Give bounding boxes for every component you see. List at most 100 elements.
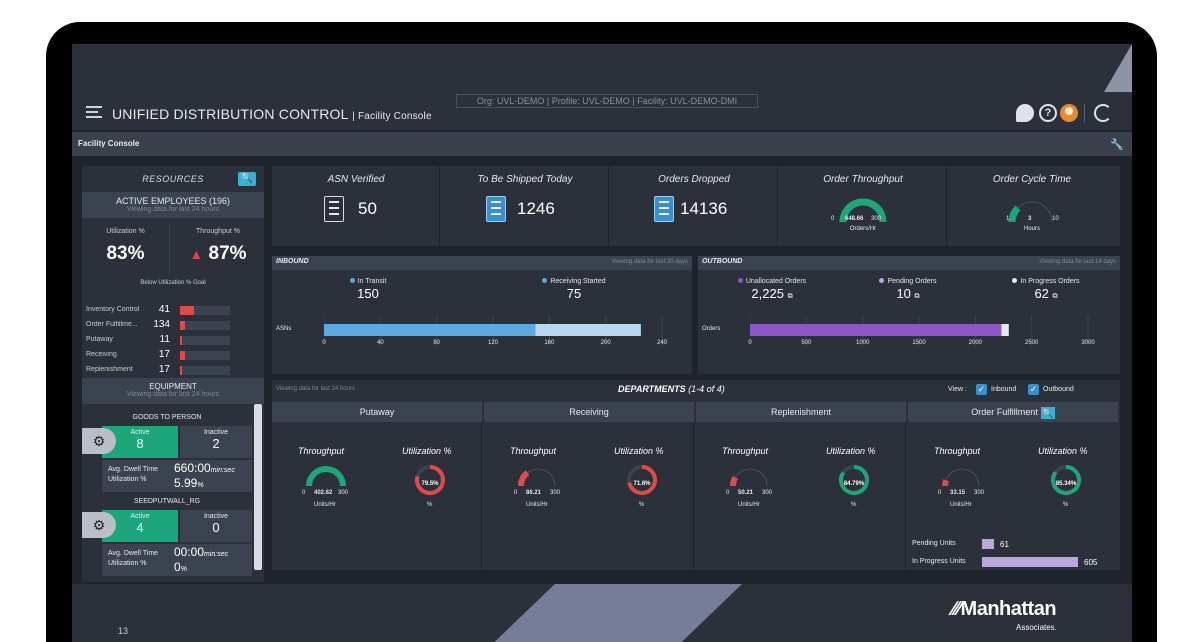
- employee-row-bar: [180, 336, 182, 345]
- wrench-icon[interactable]: 🔧: [1110, 138, 1124, 151]
- search-icon[interactable]: 🔍: [1040, 406, 1055, 419]
- kpi-value: 14136: [680, 199, 728, 218]
- gauge-max: 300: [871, 216, 882, 222]
- gauge-value: 33.15: [950, 490, 966, 496]
- employee-row-count: 134: [153, 319, 170, 330]
- pct-label: %: [427, 502, 433, 508]
- throughput-label: Throughput: [722, 446, 769, 456]
- employee-row-count: 41: [158, 304, 170, 315]
- resources-search-icon[interactable]: 🔍: [238, 172, 256, 186]
- tick-label: 80: [433, 340, 440, 346]
- checked-document-icon: [324, 196, 344, 222]
- tick-label: 1500: [912, 340, 926, 346]
- employee-row-bar: [180, 321, 185, 330]
- departments-count: (1-4 of 4): [688, 384, 725, 394]
- in-progress-units-label: In Progress Units: [912, 558, 966, 565]
- tick-label: 0: [322, 340, 326, 346]
- department-column[interactable]: Putaway Throughput Utilization % 0 402.6…: [272, 402, 482, 570]
- inbound-checkbox[interactable]: ✓: [976, 384, 987, 395]
- employee-row[interactable]: Receiving 17: [86, 349, 256, 361]
- legend-label: In Transit: [308, 278, 428, 285]
- employees-header: ACTIVE EMPLOYEES (196) Viewing data for …: [82, 192, 264, 218]
- external-link-icon: ⧉: [787, 293, 793, 300]
- equipment-inactive-tile[interactable]: Inactive 2: [180, 426, 252, 458]
- department-header: Putaway: [272, 402, 482, 422]
- tick-label: 160: [544, 340, 555, 346]
- kpi-title: Order Cycle Time: [992, 174, 1072, 185]
- external-link-icon: ⧉: [914, 293, 920, 300]
- department-column[interactable]: Receiving Throughput Utilization % 0 86.…: [484, 402, 694, 570]
- equipment-inactive-tile[interactable]: Inactive 0: [180, 510, 252, 542]
- utilization-pct: 71.6%: [633, 481, 651, 487]
- dwell-value: 660:00: [174, 461, 211, 475]
- kpi-to-be-shipped[interactable]: To Be Shipped Today 1246: [441, 166, 609, 246]
- employee-row[interactable]: Inventory Control 41: [86, 304, 256, 316]
- gauge-min: 0: [726, 490, 730, 496]
- user-avatar-icon[interactable]: [1060, 104, 1078, 122]
- outbound-checkbox[interactable]: ✓: [1028, 384, 1039, 395]
- divider: [1084, 104, 1085, 122]
- app-title: UNIFIED DISTRIBUTION CONTROL | Facility …: [112, 106, 432, 122]
- tick-label: 200: [600, 340, 611, 346]
- receiving-started-stat[interactable]: Receiving Started 75: [514, 278, 634, 301]
- bar-segment[interactable]: [1000, 324, 1002, 336]
- bar-segment[interactable]: [324, 324, 536, 336]
- inactive-label: Inactive: [203, 429, 229, 436]
- refresh-icon[interactable]: [1094, 104, 1112, 122]
- bar-segment[interactable]: [750, 324, 1001, 336]
- slide-footer: 13 ∕∕∕Manhattan Associates.: [72, 584, 1132, 642]
- kpi-order-throughput[interactable]: Order Throughput 0 648.66 300 Orders/Hr: [779, 166, 947, 246]
- inbound-checkbox-label: Inbound: [991, 386, 1017, 393]
- equipment-stats: Avg. Dwell Time Utilization % 00:00min:se…: [102, 544, 252, 576]
- kpi-order-cycle-time[interactable]: Order Cycle Time 1 3 10 Hours: [948, 166, 1116, 246]
- in-transit-stat[interactable]: In Transit 150: [308, 278, 428, 301]
- unallocated-orders-stat[interactable]: Unallocated Orders 2,225 ⧉: [712, 278, 832, 301]
- tick-label: 0: [748, 340, 752, 346]
- bar-segment[interactable]: [1001, 324, 1009, 336]
- gauge-track: [944, 468, 980, 487]
- employee-row[interactable]: Putaway 11: [86, 334, 256, 346]
- utilization-label: Utilization %: [1038, 446, 1088, 456]
- logo-subtitle: Associates.: [1016, 623, 1057, 632]
- pending-units-label: Pending Units: [912, 540, 956, 547]
- department-name: Order Fulfillment: [971, 407, 1038, 417]
- employee-row-name: Inventory Control: [86, 306, 140, 313]
- gauge-unit: Orders/Hr: [849, 226, 877, 232]
- employee-row-track: [180, 306, 230, 315]
- utilization-label: Utilization %: [826, 446, 876, 456]
- outbound-panel: OUTBOUND Viewing data for last 14 days U…: [698, 256, 1120, 374]
- equipment-group-name: GOODS TO PERSON: [132, 414, 202, 421]
- bar-segment[interactable]: [535, 324, 641, 336]
- pending-orders-stat[interactable]: Pending Orders 10 ⧉: [848, 278, 968, 301]
- employee-row[interactable]: Replenishment 17: [86, 364, 256, 376]
- employee-row-bar: [180, 306, 194, 315]
- axis-label: Orders: [702, 326, 721, 332]
- gauge-value: 86.21: [526, 490, 542, 496]
- tick-label: 2000: [968, 340, 983, 346]
- resources-panel: RESOURCES 🔍 ACTIVE EMPLOYEES (196) Viewi…: [82, 166, 264, 386]
- list-document-icon: [486, 196, 506, 222]
- app-subtitle: | Facility Console: [352, 111, 432, 122]
- hamburger-menu-icon[interactable]: [86, 106, 102, 118]
- utilization-label: Utilization %: [614, 446, 664, 456]
- units-hr-label: Units/Hr: [738, 502, 760, 508]
- employee-row[interactable]: Order Fulfillme... 134: [86, 319, 256, 331]
- gauge-max: 300: [338, 490, 349, 496]
- department-header: Replenishment: [696, 402, 906, 422]
- employees-subtitle: Viewing data for last 24 hours: [126, 206, 220, 213]
- throughput-value: 87%: [208, 243, 247, 264]
- util-value: 5.99: [174, 476, 198, 490]
- kpi-orders-dropped[interactable]: Orders Dropped 14136: [610, 166, 778, 246]
- utilization-kpi: Utilization % 83%: [82, 224, 170, 274]
- equipment-title: EQUIPMENT: [149, 382, 197, 391]
- chat-icon[interactable]: [1016, 104, 1034, 122]
- gauge-min: 0: [302, 490, 306, 496]
- org-context-bar[interactable]: Org: UVL-DEMO | Profile: UVL-DEMO | Faci…: [456, 94, 758, 108]
- help-icon[interactable]: ?: [1039, 104, 1057, 122]
- equipment-scrollbar[interactable]: [254, 404, 262, 570]
- in-progress-orders-stat[interactable]: In Progress Orders 62 ⧉: [986, 278, 1106, 301]
- kpi-asn-verified[interactable]: ASN Verified 50: [272, 166, 440, 246]
- employee-row-count: 11: [159, 334, 170, 345]
- list-document-icon: [654, 196, 674, 222]
- department-column[interactable]: Replenishment Throughput Utilization % 0…: [696, 402, 906, 570]
